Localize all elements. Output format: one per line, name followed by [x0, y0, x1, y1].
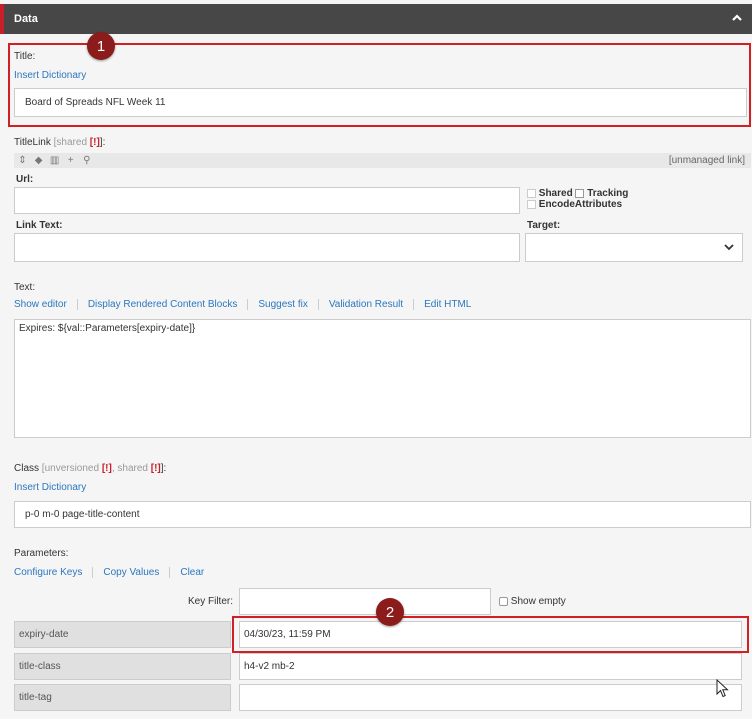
separator	[413, 299, 415, 310]
configure-keys-link[interactable]: Configure Keys	[14, 567, 82, 578]
sort-icon[interactable]: ⇕	[16, 155, 29, 166]
titlelink-label-text: TitleLink	[14, 137, 51, 148]
validation-result-link[interactable]: Validation Result	[329, 299, 403, 310]
unmanaged-link-label: [unmanaged link]	[668, 155, 745, 166]
param-value-input[interactable]: h4-v2 mb-2	[239, 653, 742, 680]
plus-icon[interactable]: +	[64, 155, 77, 166]
show-empty-label: Show empty	[510, 596, 566, 607]
parameters-label: Parameters:	[14, 548, 69, 559]
display-rendered-content-blocks-link[interactable]: Display Rendered Content Blocks	[88, 299, 238, 310]
param-key-cell: title-tag	[14, 684, 231, 711]
tag-icon[interactable]: ◆	[32, 155, 45, 166]
unversioned-bang-link[interactable]: [!]	[102, 463, 112, 474]
target-label: Target:	[527, 220, 561, 231]
insert-dictionary-link[interactable]: Insert Dictionary	[14, 70, 86, 81]
separator	[76, 299, 78, 310]
tracking-checkbox[interactable]	[575, 188, 585, 198]
edit-html-link[interactable]: Edit HTML	[424, 299, 471, 310]
callout-2: 2	[376, 598, 404, 626]
insert-dictionary-link[interactable]: Insert Dictionary	[14, 482, 86, 493]
url-label: Url:	[16, 174, 34, 185]
key-filter-input[interactable]	[239, 588, 491, 615]
titlelink-label: TitleLink [shared [!]]:	[14, 137, 105, 148]
link-text-label: Link Text:	[16, 220, 63, 231]
trash-icon[interactable]: ▥	[48, 155, 61, 166]
separator	[169, 567, 171, 578]
shared-bang-link[interactable]: [!]	[90, 137, 100, 148]
suggest-fix-link[interactable]: Suggest fix	[258, 299, 307, 310]
show-empty-checkbox[interactable]	[499, 596, 508, 606]
shared-note: [shared	[53, 137, 88, 148]
search-icon[interactable]: ⚲	[80, 155, 93, 166]
target-select[interactable]	[525, 233, 743, 262]
param-key-cell: expiry-date	[14, 621, 231, 648]
title-label: Title:	[14, 51, 36, 62]
shared-bang-link[interactable]: [!]	[151, 463, 161, 474]
title-input[interactable]: Board of Spreads NFL Week 11	[14, 88, 747, 117]
section-title: Data	[14, 13, 38, 25]
url-input[interactable]	[14, 187, 520, 214]
encode-option: EncodeAttributes	[527, 199, 622, 210]
shared-note: , shared	[111, 463, 148, 474]
text-actions-bar: Show editor Display Rendered Content Bloc…	[14, 299, 471, 310]
class-label-text: Class	[14, 463, 40, 474]
separator	[317, 299, 319, 310]
parameters-actions-bar: Configure Keys Copy Values Clear	[14, 567, 204, 578]
text-textarea[interactable]: Expires: ${val::Parameters[expiry-date]}	[14, 319, 751, 438]
param-key-cell: title-class	[14, 653, 231, 680]
toolbar-icons: ⇕ ◆ ▥ + ⚲	[16, 154, 93, 166]
encode-option-label: EncodeAttributes	[538, 199, 623, 210]
separator	[92, 567, 94, 578]
key-filter-label: Key Filter:	[188, 596, 234, 607]
mouse-cursor-icon	[716, 679, 729, 698]
text-label: Text:	[14, 282, 36, 293]
link-options: Shared Tracking	[527, 188, 628, 199]
separator	[247, 299, 249, 310]
link-text-input[interactable]	[14, 233, 520, 262]
unversioned-note: [unversioned	[41, 463, 100, 474]
chevron-down-icon	[724, 244, 734, 251]
expiry-highlight-box	[232, 616, 749, 653]
param-value-input[interactable]	[239, 684, 742, 711]
label-close: ]:	[160, 463, 167, 474]
section-header[interactable]: Data	[0, 4, 752, 34]
shared-option-label: Shared	[538, 188, 573, 199]
chevron-up-icon[interactable]	[730, 11, 744, 25]
show-editor-link[interactable]: Show editor	[14, 299, 67, 310]
class-input[interactable]: p-0 m-0 page-title-content	[14, 501, 751, 528]
tracking-option-label: Tracking	[587, 188, 629, 199]
show-empty-option: Show empty	[499, 596, 566, 607]
copy-values-link[interactable]: Copy Values	[103, 567, 159, 578]
shared-checkbox[interactable]	[527, 188, 536, 198]
callout-1: 1	[87, 32, 115, 60]
label-close: ]:	[99, 137, 106, 148]
link-toolbar: ⇕ ◆ ▥ + ⚲ [unmanaged link]	[14, 153, 751, 168]
encode-checkbox[interactable]	[527, 199, 536, 209]
class-label: Class [unversioned [!], shared [!]]:	[14, 463, 166, 474]
clear-link[interactable]: Clear	[180, 567, 204, 578]
